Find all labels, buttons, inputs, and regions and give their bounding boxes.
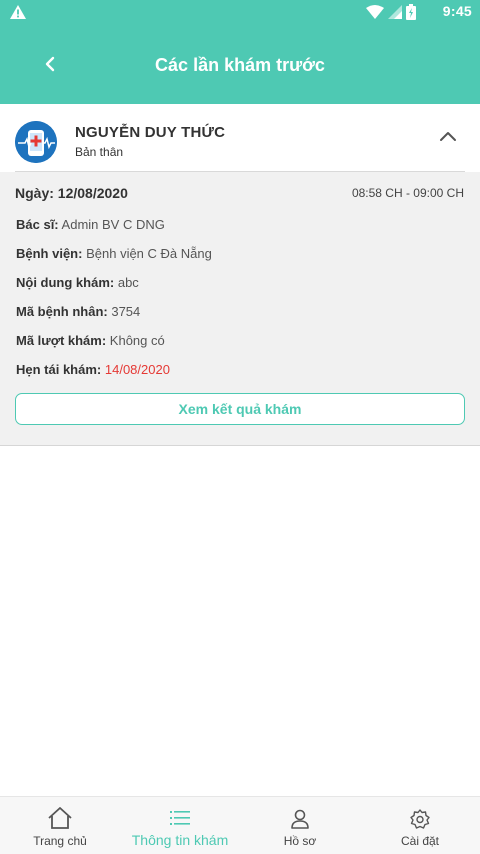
field-value: 3754 [111,304,141,319]
field-label: Bệnh viện: [16,246,83,261]
page-title: Các lần khám trước [155,55,325,75]
patient-code-row: Mã bệnh nhân: 3754 [16,304,140,319]
hospital-row: Bệnh viện: Bệnh viện C Đà Nẵng [16,246,212,261]
user-icon [291,809,309,829]
visit-date-value: 12/08/2020 [57,185,128,201]
status-bar: 9:45 [0,0,480,24]
warning-icon [10,5,26,19]
app-bar: Các lần khám trước [0,24,480,104]
nav-item-home[interactable]: Trang chủ [0,797,120,854]
clock: 9:45 [442,3,472,19]
nav-item-profile[interactable]: Hồ sơ [240,797,360,854]
home-icon [48,807,72,829]
medical-avatar-icon [15,121,57,163]
content-row: Nội dung khám: abc [16,275,139,290]
field-label: Nội dung khám: [16,275,115,290]
view-result-button[interactable]: Xem kết quả khám [15,393,465,425]
bottom-nav: Trang chủ Thông tin khám Hồ sơ Cài đặt [0,796,480,854]
visit-time-range: 08:58 CH - 09:00 CH [351,186,464,200]
field-value: Bệnh viện C Đà Nẵng [86,246,212,261]
visit-detail: Ngày: 12/08/2020 08:58 CH - 09:00 CH Bác… [0,172,480,446]
follow-up-row: Hẹn tái khám: 14/08/2020 [16,362,170,377]
field-value: abc [117,275,139,290]
nav-label: Cài đặt [400,834,440,848]
battery-icon [406,4,416,20]
nav-label: Thông tin khám [131,832,229,848]
field-label: Hẹn tái khám: [16,362,102,377]
patient-relation: Bản thân [75,145,124,159]
doctor-row: Bác sĩ: Admin BV C DNG [16,217,165,232]
wifi-icon [366,5,384,19]
chevron-up-icon [440,132,456,141]
field-label: Mã bệnh nhân: [16,304,108,319]
visit-date-label: Ngày: [15,185,54,201]
field-label: Mã lượt khám: [16,333,107,348]
list-icon [170,811,190,825]
nav-item-settings[interactable]: Cài đặt [360,797,480,854]
collapse-button[interactable] [438,126,458,146]
visit-date: Ngày: 12/08/2020 [15,185,128,201]
field-value: Admin BV C DNG [61,217,165,232]
visit-code-row: Mã lượt khám: Không có [16,333,165,348]
signal-icon [388,5,402,19]
field-value: Không có [109,333,165,348]
system-icons [366,4,416,20]
nav-label: Hồ sơ [283,834,317,848]
nav-label: Trang chủ [33,834,87,848]
gear-icon [410,809,430,829]
follow-up-date: 14/08/2020 [104,362,170,377]
field-label: Bác sĩ: [16,217,59,232]
patient-name: NGUYỄN DUY THỨC [75,124,226,141]
patient-header[interactable]: NGUYỄN DUY THỨC Bản thân [0,104,480,172]
nav-item-exam-info[interactable]: Thông tin khám [120,797,240,854]
